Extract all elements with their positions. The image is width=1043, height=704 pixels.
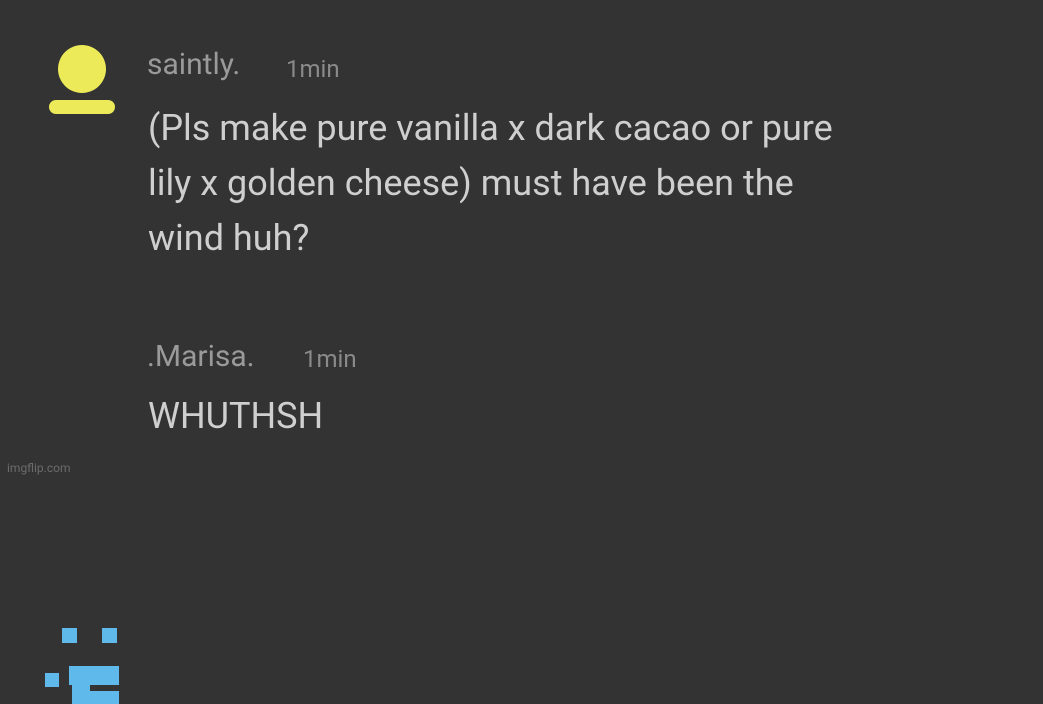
message-text: WHUTHSH xyxy=(148,395,324,437)
person-silhouette-icon[interactable] xyxy=(47,44,117,116)
username[interactable]: .Marisa. xyxy=(147,339,255,374)
timestamp: 1min xyxy=(303,345,357,373)
watermark: imgflip.com xyxy=(7,461,71,475)
username[interactable]: saintly. xyxy=(147,47,240,82)
timestamp: 1min xyxy=(286,55,340,83)
message-item-marisa: .Marisa. 1min WHUTHSH xyxy=(0,300,1043,704)
message-item-saintly: saintly. 1min (Pls make pure vanilla x d… xyxy=(0,0,1043,300)
message-text: (Pls make pure vanilla x dark cacao or p… xyxy=(148,107,833,259)
pixel-face-icon[interactable] xyxy=(42,626,124,704)
